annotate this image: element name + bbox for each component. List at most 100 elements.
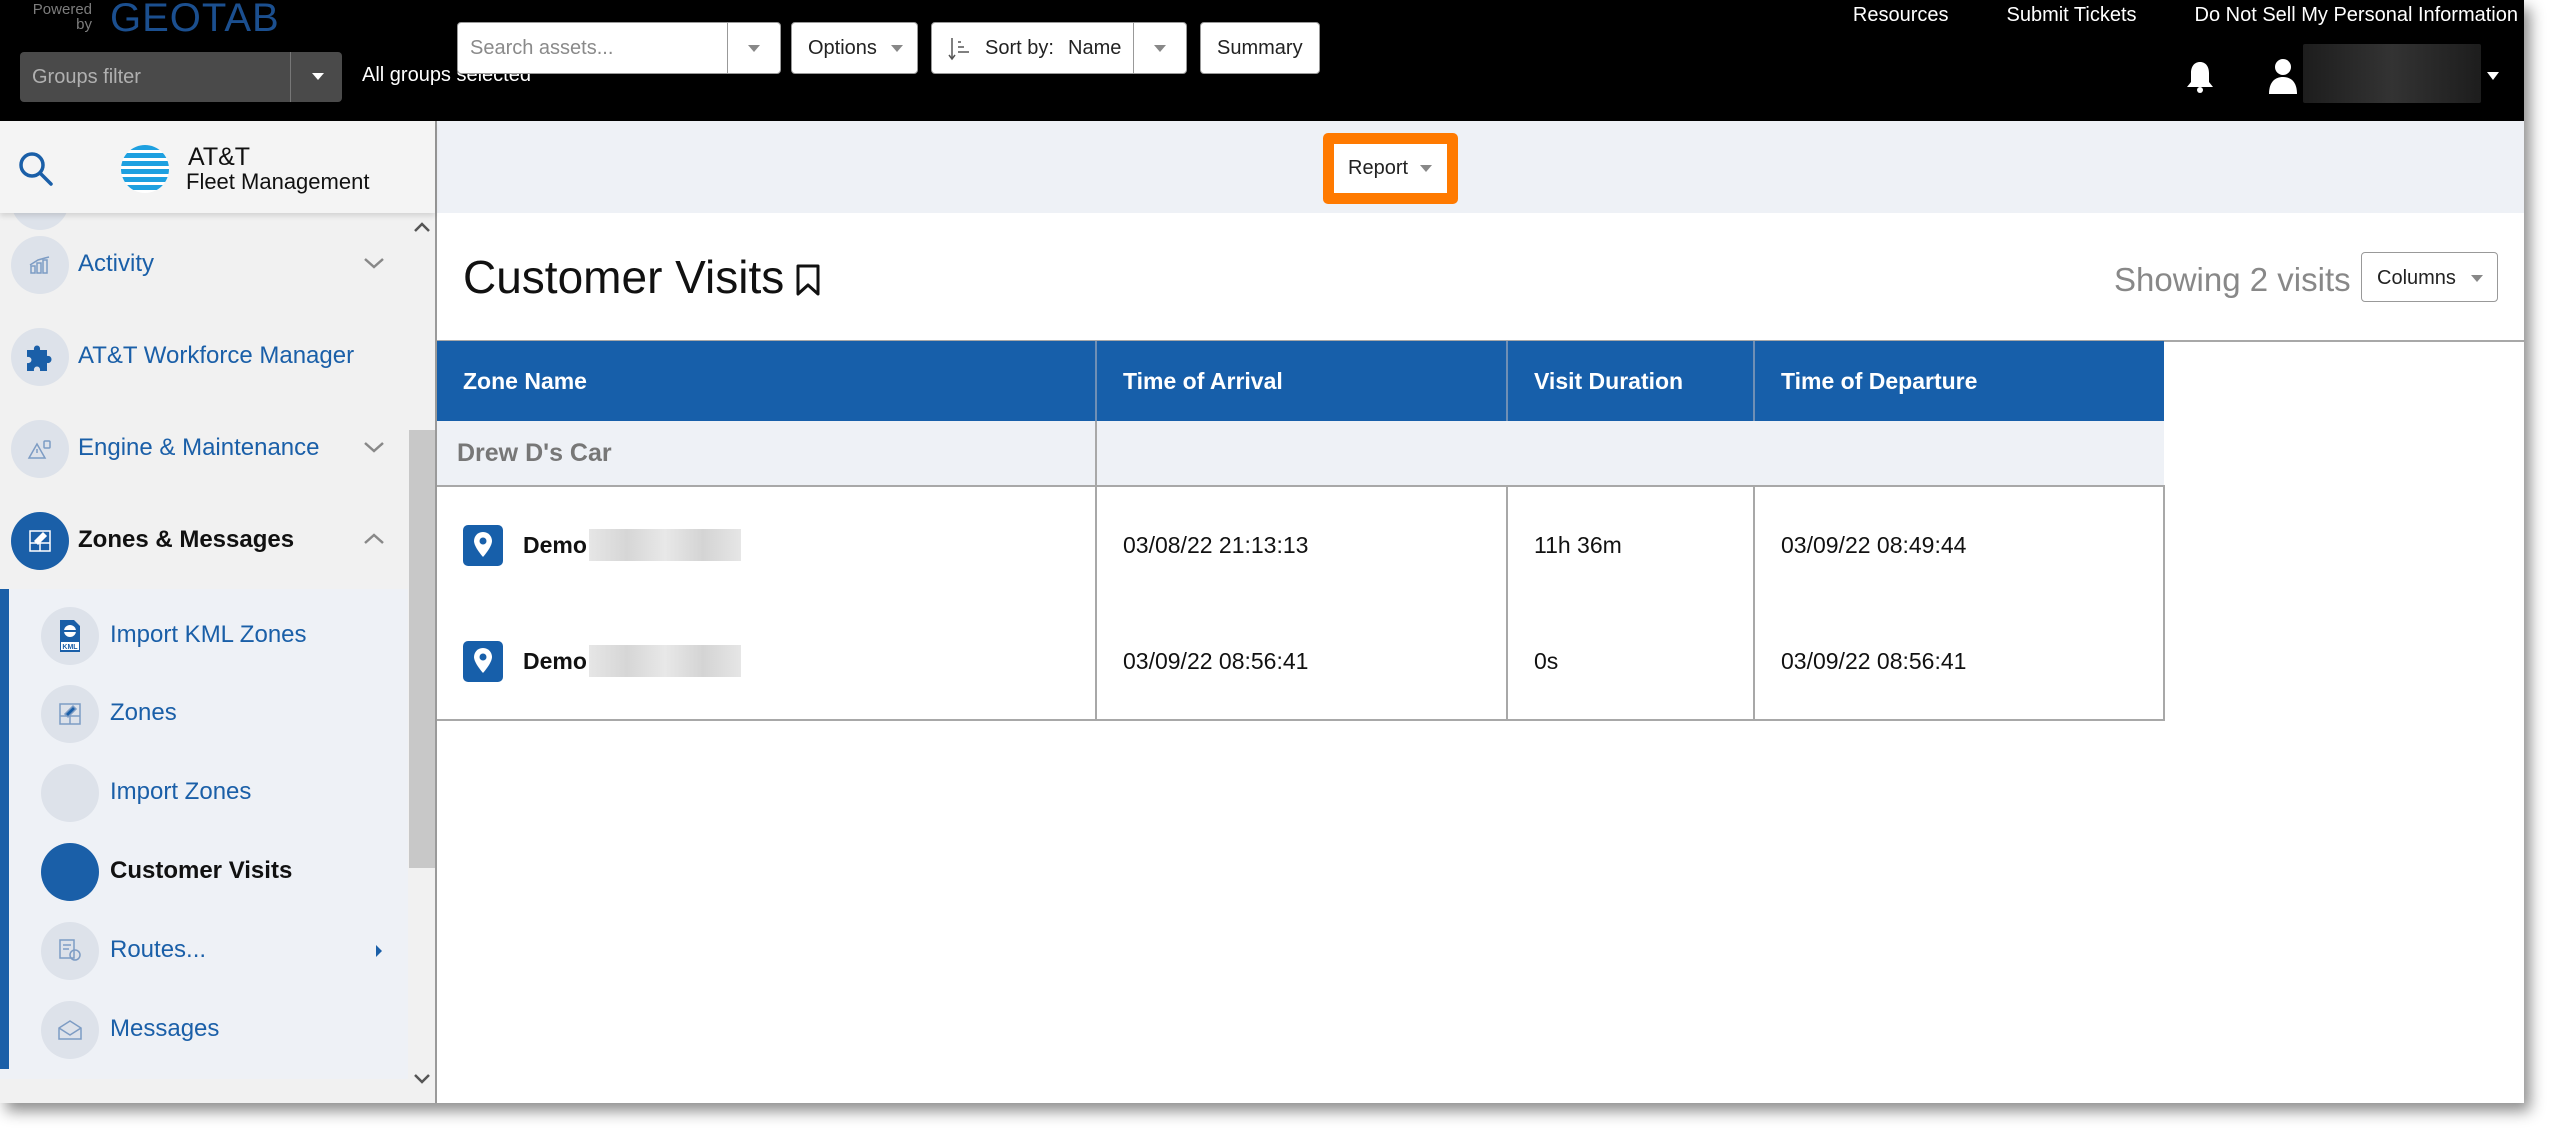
chevron-down-icon [891, 45, 903, 52]
column-header-visit-duration[interactable]: Visit Duration [1507, 341, 1755, 421]
sidebar-subitem-label: Import Zones [110, 778, 252, 805]
sidebar-item-label: Engine & Maintenance [78, 434, 320, 461]
report-button[interactable]: Report [1334, 144, 1447, 193]
showing-count: Showing 2 visits [2114, 261, 2351, 298]
blank-icon [41, 764, 99, 822]
submenu-arrow-icon[interactable] [376, 945, 382, 957]
divider [727, 23, 728, 73]
group-row[interactable]: Drew D's Car [437, 421, 2164, 487]
search-assets-input[interactable]: Search assets... [457, 22, 781, 74]
user-menu-caret-icon[interactable] [2487, 72, 2499, 80]
do-not-sell-link[interactable]: Do Not Sell My Personal Information [2195, 4, 2518, 27]
sidebar-subitem-messages[interactable]: Messages [0, 991, 408, 1069]
user-icon[interactable] [2268, 58, 2298, 94]
divider [1133, 23, 1134, 73]
groups-filter-placeholder: Groups filter [32, 66, 141, 88]
chevron-up-icon[interactable] [362, 531, 386, 547]
username-redacted[interactable] [2303, 44, 2481, 103]
sidebar-subitem-label: Routes... [110, 936, 207, 963]
route-icon [41, 922, 99, 980]
chevron-down-icon[interactable] [362, 439, 386, 455]
group-row-filler [1095, 421, 2164, 487]
activity-chart-icon [11, 236, 69, 294]
sidebar-item-zones-messages[interactable]: Zones & Messages [0, 501, 408, 581]
sidebar-subitem-import-kml-zones[interactable]: KML Import KML Zones [0, 597, 408, 675]
powered-by-label: Powered by [32, 1, 92, 33]
options-button[interactable]: Options [791, 22, 918, 74]
column-header-zone-name[interactable]: Zone Name [437, 341, 1097, 421]
group-name: Drew D's Car [437, 421, 1096, 487]
groups-filter-input[interactable]: Groups filter [20, 52, 342, 102]
sidebar-item-label: Activity [78, 250, 155, 277]
sidebar-subitem-zones[interactable]: Zones [0, 675, 408, 753]
zone-name: Demo [523, 647, 587, 674]
summary-label: Summary [1217, 37, 1303, 59]
sort-dropdown-caret-icon[interactable] [1154, 45, 1166, 52]
options-label: Options [808, 37, 877, 59]
svg-text:KML: KML [62, 644, 78, 651]
sidebar-nav: Activity AT&T Workforce Manager Engine &… [0, 213, 408, 1095]
toolbar [437, 121, 2524, 213]
departure-cell: 03/09/22 08:56:41 [1753, 603, 2165, 721]
search-assets-placeholder: Search assets... [470, 37, 614, 59]
sort-by-button[interactable]: Sort by: Name [931, 22, 1187, 74]
redacted-text [588, 645, 741, 677]
zone-name: Demo [523, 531, 587, 558]
sidebar-item-activity[interactable]: Activity [0, 225, 408, 305]
search-icon[interactable] [18, 151, 54, 187]
active-item-indicator-icon [41, 843, 99, 901]
customer-visits-table: Zone Name Time of Arrival Visit Duration… [437, 341, 2165, 721]
map-pin-icon [463, 524, 503, 566]
duration-cell: 11h 36m [1506, 486, 1754, 603]
chevron-down-icon[interactable] [362, 255, 386, 271]
sort-by-value: Name [1068, 37, 1122, 59]
report-label: Report [1348, 157, 1409, 179]
column-header-time-of-departure[interactable]: Time of Departure [1754, 341, 2164, 421]
sort-by-prefix: Sort by: [985, 37, 1054, 59]
chevron-down-icon [1420, 165, 1432, 172]
departure-cell: 03/09/22 08:49:44 [1753, 486, 2165, 603]
table-row[interactable]: Demo 03/09/22 08:56:41 0s 03/09/22 08:56… [437, 603, 2165, 721]
sidebar-item-engine-maintenance[interactable]: Engine & Maintenance [0, 409, 408, 489]
search-dropdown-caret-icon[interactable] [748, 45, 760, 52]
sidebar-subitem-customer-visits[interactable]: Customer Visits [0, 833, 408, 911]
duration-cell: 0s [1506, 603, 1754, 721]
summary-button[interactable]: Summary [1200, 22, 1320, 74]
engine-warning-icon [11, 420, 69, 478]
zone-edit-icon [11, 512, 69, 570]
sidebar: AT&T Fleet Management Activity AT&T Work… [0, 121, 437, 1103]
bell-icon[interactable] [2185, 60, 2215, 94]
submit-tickets-link[interactable]: Submit Tickets [2006, 4, 2136, 27]
groups-filter-dropdown-button[interactable] [290, 52, 342, 102]
sidebar-item-label: AT&T Workforce Manager [78, 342, 355, 369]
scroll-down-icon[interactable] [413, 1073, 431, 1085]
arrival-cell: 03/08/22 21:13:13 [1095, 486, 1507, 603]
bookmark-icon[interactable] [794, 263, 822, 297]
zone-cell[interactable]: Demo [437, 603, 1096, 721]
kml-file-icon: KML [41, 607, 99, 665]
zone-edit-icon [41, 685, 99, 743]
sidebar-subitem-import-zones[interactable]: Import Zones [0, 754, 408, 832]
envelope-icon [41, 1001, 99, 1059]
sidebar-item-workforce-manager[interactable]: AT&T Workforce Manager [0, 317, 408, 397]
sidebar-subitem-label: Zones [110, 699, 177, 726]
sidebar-scrollbar-thumb[interactable] [409, 430, 435, 868]
zone-cell[interactable]: Demo [437, 486, 1096, 603]
table-row[interactable]: Demo 03/08/22 21:13:13 11h 36m 03/09/22 … [437, 486, 2165, 603]
top-links: Resources Submit Tickets Do Not Sell My … [1795, 4, 2518, 27]
sidebar-subitem-label: Import KML Zones [110, 621, 307, 648]
geotab-logo: GEOTAB [110, 0, 280, 40]
sidebar-subitem-label: Customer Visits [110, 857, 293, 884]
sidebar-subitem-routes[interactable]: Routes... [0, 912, 408, 990]
sidebar-logo-bar: AT&T Fleet Management [0, 121, 435, 213]
scroll-up-icon[interactable] [413, 221, 431, 233]
sidebar-subitem-label: Messages [110, 1015, 220, 1042]
resources-link[interactable]: Resources [1853, 4, 1949, 27]
app-window: Powered by GEOTAB Groups filter All grou… [0, 0, 2524, 1103]
column-header-time-of-arrival[interactable]: Time of Arrival [1096, 341, 1508, 421]
page-title: Customer Visits [463, 251, 785, 303]
columns-button[interactable]: Columns [2361, 252, 2498, 302]
att-brand-name: AT&T [188, 143, 251, 171]
columns-label: Columns [2377, 267, 2456, 289]
sort-icon [948, 38, 969, 61]
